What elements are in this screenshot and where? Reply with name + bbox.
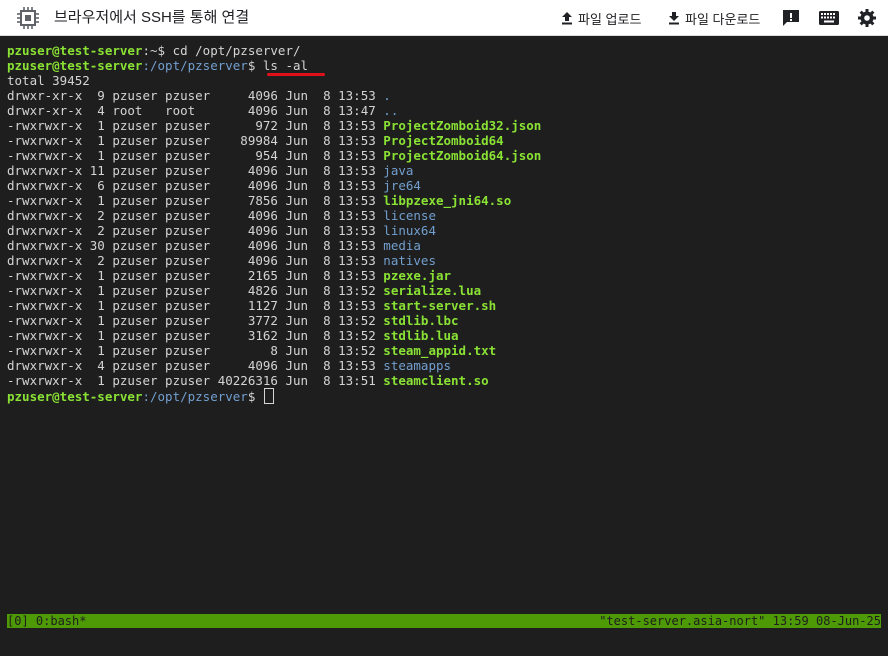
listing-row: drwxr-xr-x 4 root root 4096 Jun 8 13:47 … <box>7 103 888 118</box>
listing-row: -rwxrwxr-x 1 pzuser pzuser 2165 Jun 8 13… <box>7 268 888 283</box>
listing-row: drwxrwxr-x 2 pzuser pzuser 4096 Jun 8 13… <box>7 223 888 238</box>
listing-meta: -rwxrwxr-x 1 pzuser pzuser 1127 Jun 8 13… <box>7 298 384 313</box>
listing-meta: drwxr-xr-x 9 pzuser pzuser 4096 Jun 8 13… <box>7 88 384 103</box>
listing-filename: pzexe.jar <box>383 268 452 283</box>
listing-meta: -rwxrwxr-x 1 pzuser pzuser 972 Jun 8 13:… <box>7 118 384 133</box>
feedback-icon[interactable] <box>781 8 801 28</box>
listing-filename: java <box>383 163 414 178</box>
prompt-end: $ <box>247 58 263 73</box>
listing-filename: license <box>383 208 436 223</box>
listing-row: -rwxrwxr-x 1 pzuser pzuser 8 Jun 8 13:52… <box>7 343 888 358</box>
listing-row: -rwxrwxr-x 1 pzuser pzuser 972 Jun 8 13:… <box>7 118 888 133</box>
listing-meta: drwxrwxr-x 2 pzuser pzuser 4096 Jun 8 13… <box>7 208 384 223</box>
listing-row: -rwxrwxr-x 1 pzuser pzuser 3162 Jun 8 13… <box>7 328 888 343</box>
listing: drwxr-xr-x 9 pzuser pzuser 4096 Jun 8 13… <box>7 88 888 388</box>
settings-icon[interactable] <box>857 8 877 28</box>
command-text: cd /opt/pzserver/ <box>172 43 301 58</box>
prompt-path: :~$ <box>142 43 173 58</box>
listing-row: drwxrwxr-x 30 pzuser pzuser 4096 Jun 8 1… <box>7 238 888 253</box>
top-bar: 브라우저에서 SSH를 통해 연결 파일 업로드 파일 다운로드 <box>0 0 888 36</box>
listing-row: -rwxrwxr-x 1 pzuser pzuser 3772 Jun 8 13… <box>7 313 888 328</box>
status-window-list: [0] 0:bash* <box>7 614 87 628</box>
prompt-user: pzuser@test-server <box>7 58 143 73</box>
command-text: ls -al <box>262 58 309 73</box>
chip-icon <box>17 7 39 29</box>
listing-row: -rwxrwxr-x 1 pzuser pzuser 7856 Jun 8 13… <box>7 193 888 208</box>
listing-meta: drwxrwxr-x 2 pzuser pzuser 4096 Jun 8 13… <box>7 223 384 238</box>
listing-filename: . <box>383 88 391 103</box>
listing-filename: libpzexe_jni64.so <box>383 193 512 208</box>
terminal[interactable]: pzuser@test-server:~$ cd /opt/pzserver/ … <box>0 36 888 614</box>
terminal-cursor <box>263 388 274 404</box>
upload-icon <box>562 12 572 25</box>
download-file-button[interactable]: 파일 다운로드 <box>667 0 760 36</box>
listing-filename: jre64 <box>383 178 421 193</box>
listing-meta: -rwxrwxr-x 1 pzuser pzuser 4826 Jun 8 13… <box>7 283 384 298</box>
listing-meta: -rwxrwxr-x 1 pzuser pzuser 3772 Jun 8 13… <box>7 313 384 328</box>
download-file-label: 파일 다운로드 <box>685 11 761 27</box>
listing-meta: -rwxrwxr-x 1 pzuser pzuser 954 Jun 8 13:… <box>7 148 384 163</box>
prompt-path: :/opt/pzserver <box>142 389 248 404</box>
listing-filename: stdlib.lua <box>383 328 459 343</box>
terminal-line-ls: pzuser@test-server:/opt/pzserver$ ls -al <box>7 58 888 73</box>
listing-filename: stdlib.lbc <box>383 313 459 328</box>
listing-row: drwxrwxr-x 2 pzuser pzuser 4096 Jun 8 13… <box>7 253 888 268</box>
prompt-end: $ <box>247 389 263 404</box>
prompt-path: :/opt/pzserver <box>142 58 248 73</box>
terminal-line-cd: pzuser@test-server:~$ cd /opt/pzserver/ <box>7 43 888 58</box>
listing-filename: .. <box>383 103 399 118</box>
listing-row: -rwxrwxr-x 1 pzuser pzuser 89984 Jun 8 1… <box>7 133 888 148</box>
listing-row: drwxr-xr-x 9 pzuser pzuser 4096 Jun 8 13… <box>7 88 888 103</box>
upload-file-label: 파일 업로드 <box>578 11 642 27</box>
listing-row: drwxrwxr-x 6 pzuser pzuser 4096 Jun 8 13… <box>7 178 888 193</box>
listing-meta: -rwxrwxr-x 1 pzuser pzuser 40226316 Jun … <box>7 373 384 388</box>
listing-filename: start-server.sh <box>383 298 497 313</box>
listing-meta: drwxrwxr-x 6 pzuser pzuser 4096 Jun 8 13… <box>7 178 384 193</box>
red-underline-annotation <box>267 73 325 76</box>
listing-filename: steam_appid.txt <box>383 343 497 358</box>
listing-filename: steamclient.so <box>383 373 489 388</box>
listing-filename: linux64 <box>383 223 436 238</box>
listing-filename: ProjectZomboid64 <box>383 133 504 148</box>
download-icon <box>669 12 679 25</box>
listing-row: drwxrwxr-x 4 pzuser pzuser 4096 Jun 8 13… <box>7 358 888 373</box>
listing-filename: ProjectZomboid32.json <box>383 118 542 133</box>
listing-row: -rwxrwxr-x 1 pzuser pzuser 954 Jun 8 13:… <box>7 148 888 163</box>
listing-filename: media <box>383 238 421 253</box>
terminal-line-prompt: pzuser@test-server:/opt/pzserver$ <box>7 388 888 404</box>
listing-row: -rwxrwxr-x 1 pzuser pzuser 40226316 Jun … <box>7 373 888 388</box>
tmux-status-bar: [0] 0:bash* "test-server.asia-nort" 13:5… <box>7 614 881 628</box>
terminal-line-total: total 39452 <box>7 73 90 88</box>
listing-meta: drwxrwxr-x 30 pzuser pzuser 4096 Jun 8 1… <box>7 238 384 253</box>
listing-meta: drwxr-xr-x 4 root root 4096 Jun 8 13:47 <box>7 103 384 118</box>
listing-row: drwxrwxr-x 11 pzuser pzuser 4096 Jun 8 1… <box>7 163 888 178</box>
prompt-user: pzuser@test-server <box>7 43 143 58</box>
listing-row: -rwxrwxr-x 1 pzuser pzuser 4826 Jun 8 13… <box>7 283 888 298</box>
listing-meta: -rwxrwxr-x 1 pzuser pzuser 2165 Jun 8 13… <box>7 268 384 283</box>
listing-meta: drwxrwxr-x 11 pzuser pzuser 4096 Jun 8 1… <box>7 163 384 178</box>
window-title: 브라우저에서 SSH를 통해 연결 <box>54 9 250 26</box>
listing-row: drwxrwxr-x 2 pzuser pzuser 4096 Jun 8 13… <box>7 208 888 223</box>
status-host-clock: "test-server.asia-nort" 13:59 08-Jun-25 <box>599 614 881 628</box>
prompt-user: pzuser@test-server <box>7 389 143 404</box>
upload-file-button[interactable]: 파일 업로드 <box>560 0 641 36</box>
listing-meta: -rwxrwxr-x 1 pzuser pzuser 3162 Jun 8 13… <box>7 328 384 343</box>
listing-filename: ProjectZomboid64.json <box>383 148 542 163</box>
listing-filename: serialize.lua <box>383 283 482 298</box>
listing-meta: -rwxrwxr-x 1 pzuser pzuser 89984 Jun 8 1… <box>7 133 384 148</box>
listing-meta: drwxrwxr-x 4 pzuser pzuser 4096 Jun 8 13… <box>7 358 384 373</box>
listing-filename: natives <box>383 253 436 268</box>
listing-meta: drwxrwxr-x 2 pzuser pzuser 4096 Jun 8 13… <box>7 253 384 268</box>
listing-meta: -rwxrwxr-x 1 pzuser pzuser 8 Jun 8 13:52 <box>7 343 384 358</box>
keyboard-icon[interactable] <box>818 8 840 28</box>
listing-meta: -rwxrwxr-x 1 pzuser pzuser 7856 Jun 8 13… <box>7 193 384 208</box>
listing-filename: steamapps <box>383 358 452 373</box>
listing-row: -rwxrwxr-x 1 pzuser pzuser 1127 Jun 8 13… <box>7 298 888 313</box>
